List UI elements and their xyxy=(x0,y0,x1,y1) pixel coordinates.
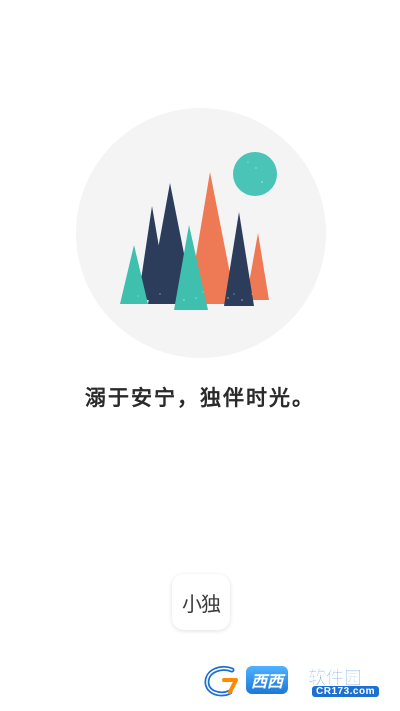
watermark: 西西 软件园 CR173.com xyxy=(198,660,390,702)
watermark-url: CR173.com xyxy=(312,686,379,697)
tagline-text: 溺于安宁，独伴时光。 xyxy=(85,385,315,410)
moon-icon xyxy=(233,152,277,196)
mountains-moon-illustration xyxy=(76,108,326,358)
watermark-brand: 西西 xyxy=(246,666,289,694)
splash-screen: 溺于安宁，独伴时光。 小独 西西 软件园 CR173.com xyxy=(0,0,400,711)
app-logo: 小独 xyxy=(172,574,230,630)
app-logo-text: 小独 xyxy=(182,591,221,616)
cr-logo-icon xyxy=(204,665,238,697)
